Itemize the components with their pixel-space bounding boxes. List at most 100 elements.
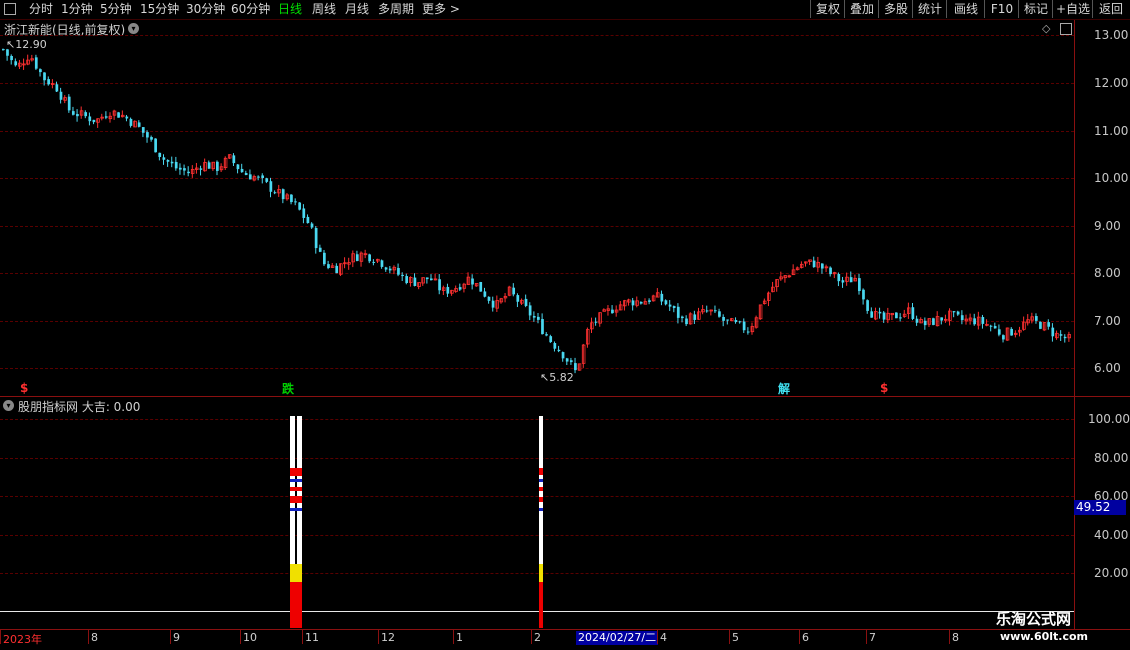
- x-tick: [240, 630, 241, 644]
- x-tick: [866, 630, 867, 644]
- candle: [30, 54, 34, 62]
- fuquan-button[interactable]: 复权: [810, 0, 845, 18]
- candle: [549, 334, 553, 344]
- candle: [462, 282, 467, 293]
- candle: [401, 272, 404, 281]
- candle: [1067, 331, 1072, 342]
- overlay-button[interactable]: 叠加: [844, 0, 879, 18]
- back-button[interactable]: 返回: [1092, 0, 1129, 18]
- candle: [1013, 330, 1018, 338]
- candle: [207, 160, 211, 169]
- candle: [133, 120, 137, 128]
- candle: [298, 202, 302, 211]
- candle: [433, 273, 438, 281]
- candle: [685, 315, 688, 327]
- candle: [516, 293, 520, 308]
- candle: [1005, 327, 1010, 341]
- statistics-button[interactable]: 统计: [912, 0, 947, 18]
- candle: [388, 266, 392, 274]
- candle: [849, 271, 853, 283]
- candle: [108, 112, 113, 123]
- candle: [323, 250, 326, 266]
- candle: [997, 324, 1001, 337]
- candle: [195, 162, 199, 174]
- candle: [471, 274, 474, 290]
- draw-line-button[interactable]: 画线: [946, 0, 985, 18]
- candle: [129, 117, 133, 128]
- window-menu-icon[interactable]: [4, 3, 16, 15]
- candle: [906, 302, 911, 319]
- candle: [590, 317, 594, 333]
- candle: [1063, 334, 1067, 343]
- candle: [183, 164, 186, 176]
- candle: [664, 299, 668, 306]
- candle: [405, 273, 409, 285]
- grid-line: [0, 573, 1074, 574]
- period-tab-multi[interactable]: 多周期: [378, 1, 414, 17]
- candle: [487, 296, 491, 304]
- candlestick-chart[interactable]: [0, 20, 1074, 396]
- period-tab-60min[interactable]: 60分钟: [231, 1, 270, 17]
- mark-button[interactable]: 标记: [1018, 0, 1053, 18]
- x-tick: [453, 630, 454, 644]
- candle: [1002, 334, 1005, 343]
- candle: [240, 163, 244, 173]
- candle: [655, 288, 660, 298]
- x-axis-label: 10: [243, 631, 257, 644]
- multi-stock-button[interactable]: 多股: [878, 0, 913, 18]
- candle: [154, 138, 157, 153]
- candle: [541, 313, 544, 335]
- period-tab-monthly[interactable]: 月线: [345, 1, 369, 17]
- period-tab-30min[interactable]: 30分钟: [186, 1, 225, 17]
- candle: [602, 308, 606, 312]
- grid-line: [0, 496, 1074, 497]
- bar-red-segment: [539, 487, 543, 491]
- candle: [1055, 330, 1059, 340]
- period-tab-5min[interactable]: 5分钟: [100, 1, 132, 17]
- period-tab-fenshi[interactable]: 分时: [29, 1, 53, 17]
- candle: [314, 225, 318, 254]
- indicator-baseline: [0, 611, 1074, 612]
- candle: [248, 169, 252, 180]
- candle: [310, 222, 314, 229]
- candle: [351, 250, 355, 268]
- candle: [330, 263, 335, 269]
- high-price-value: 12.90: [15, 38, 47, 51]
- candle: [84, 110, 88, 119]
- period-tab-1min[interactable]: 1分钟: [61, 1, 93, 17]
- period-tab-daily[interactable]: 日线: [278, 1, 302, 17]
- candle: [557, 345, 561, 353]
- period-tab-more[interactable]: 更多 >: [422, 1, 460, 17]
- signal-dollar: $: [880, 381, 889, 395]
- candle: [273, 190, 277, 195]
- candle: [347, 257, 351, 270]
- candle: [290, 193, 293, 205]
- candle: [911, 302, 915, 321]
- candle: [532, 311, 536, 322]
- candle: [306, 214, 310, 224]
- candle: [219, 163, 224, 173]
- candle: [104, 111, 108, 120]
- y-tick-label: 80.00: [1094, 451, 1129, 465]
- period-tab-weekly[interactable]: 周线: [312, 1, 336, 17]
- f10-button[interactable]: F10: [984, 0, 1019, 18]
- candle: [631, 297, 635, 311]
- candle: [503, 293, 508, 303]
- candle: [902, 309, 907, 318]
- x-tick: [378, 630, 379, 644]
- period-tab-15min[interactable]: 15分钟: [140, 1, 179, 17]
- candle: [722, 314, 725, 327]
- candle: [577, 363, 582, 371]
- bar-red-segment: [290, 468, 302, 476]
- chevron-down-icon[interactable]: ▾: [3, 400, 14, 411]
- add-watchlist-button[interactable]: +自选: [1052, 0, 1093, 18]
- candle: [948, 308, 952, 326]
- candle: [76, 109, 79, 122]
- candle: [537, 312, 540, 324]
- candle: [454, 285, 458, 293]
- y-tick-label: 12.00: [1094, 76, 1129, 90]
- candle: [767, 291, 771, 307]
- watermark-title: 乐淘公式网: [996, 610, 1072, 628]
- x-axis-label: 8: [952, 631, 959, 644]
- candle: [458, 283, 462, 292]
